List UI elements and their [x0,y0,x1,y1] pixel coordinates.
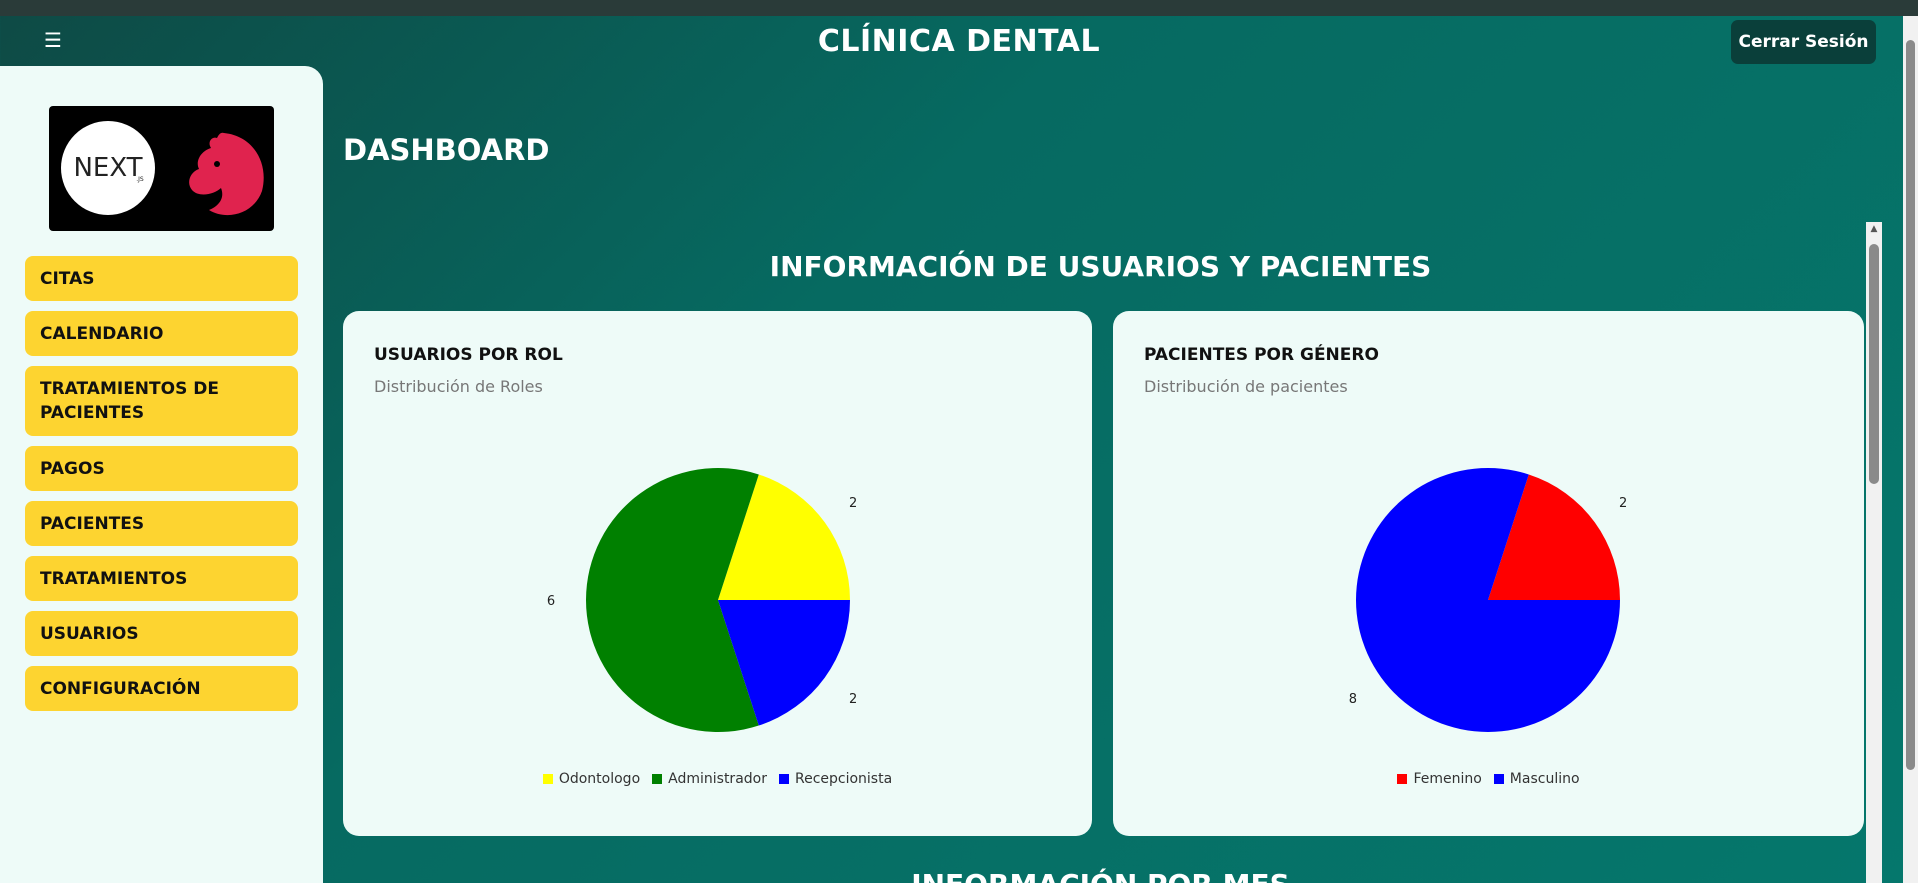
legend-item: Administrador [652,771,767,787]
sidebar-item-pagos[interactable]: PAGOS [25,446,298,491]
chart-legend: Femenino Masculino [1113,771,1864,787]
legend-label: Recepcionista [794,771,893,787]
legend-swatch [652,774,663,784]
logout-button[interactable]: Cerrar Sesión [1731,20,1876,64]
chart-legend: Odontologo Administrador Recepcionista [343,771,1092,787]
nextjs-logo-icon: .JS [136,176,144,183]
sidebar-item-tratamientos-pacientes[interactable]: TRATAMIENTOS DE PACIENTES [25,366,298,436]
top-bar: ☰ CLÍNICA DENTAL Cerrar Sesión [0,16,1918,66]
legend-item: Recepcionista [778,771,893,787]
pie-chart-genero: 28 [1349,468,1627,732]
pie-data-label: 6 [547,594,555,609]
section-title-month: INFORMACIÓN POR MES [323,868,1878,883]
legend-label: Femenino [1413,771,1482,787]
legend-swatch [778,774,789,784]
pie-data-label: 2 [849,692,857,707]
chart-card-genero: PACIENTES POR GÉNERO Distribución de pac… [1113,311,1864,836]
sidebar-item-label: USUARIOS [40,623,139,644]
legend-label: Administrador [668,771,767,787]
window-top-strip [0,0,1918,16]
content-scrollbar-thumb[interactable] [1869,244,1879,484]
sidebar-item-tratamientos[interactable]: TRATAMIENTOS [25,556,298,601]
sidebar-item-citas[interactable]: CITAS [25,256,298,301]
section-title: INFORMACIÓN DE USUARIOS Y PACIENTES [769,250,1432,283]
sidebar-item-label: CONFIGURACIÓN [40,678,201,699]
app-logo: NEXT .JS [49,106,274,231]
sidebar-item-configuracion[interactable]: CONFIGURACIÓN [25,666,298,711]
nestjs-logo-icon [189,132,264,216]
legend-swatch [1397,774,1408,784]
sidebar-item-label: TRATAMIENTOS DE PACIENTES [40,379,219,423]
legend-item: Femenino [1397,771,1482,787]
chart-card-roles: USUARIOS POR ROL Distribución de Roles 2… [343,311,1092,836]
window-scrollbar-thumb[interactable] [1906,40,1915,770]
sidebar-item-label: PAGOS [40,458,105,479]
sidebar-item-label: CITAS [40,268,95,289]
sidebar-item-label: PACIENTES [40,513,145,534]
legend-item: Odontologo [542,771,641,787]
pie-chart-roles: 2 6 2 [547,468,857,732]
nextjs-logo-icon: NEXT [73,153,142,183]
sidebar-item-label: TRATAMIENTOS [40,568,188,589]
legend-item: Masculino [1493,771,1580,787]
sidebar-item-usuarios[interactable]: USUARIOS [25,611,298,656]
app-title: CLÍNICA DENTAL [817,24,1101,59]
sidebar: NEXT .JS CITAS CALENDARIO TRATAMIENTOS D… [0,66,323,883]
pie-data-label: 8 [1349,692,1357,707]
page-title: DASHBOARD [343,133,550,167]
sidebar-item-pacientes[interactable]: PACIENTES [25,501,298,546]
legend-label: Odontologo [558,771,641,787]
pie-data-label: 2 [849,496,857,511]
legend-label: Masculino [1509,771,1580,787]
sidebar-item-label: CALENDARIO [40,323,164,344]
legend-swatch [1493,774,1504,784]
pie-data-label: 2 [1619,496,1627,511]
legend-swatch [542,774,553,784]
scroll-up-arrow-icon[interactable]: ▲ [1866,224,1882,238]
sidebar-item-calendario[interactable]: CALENDARIO [25,311,298,356]
